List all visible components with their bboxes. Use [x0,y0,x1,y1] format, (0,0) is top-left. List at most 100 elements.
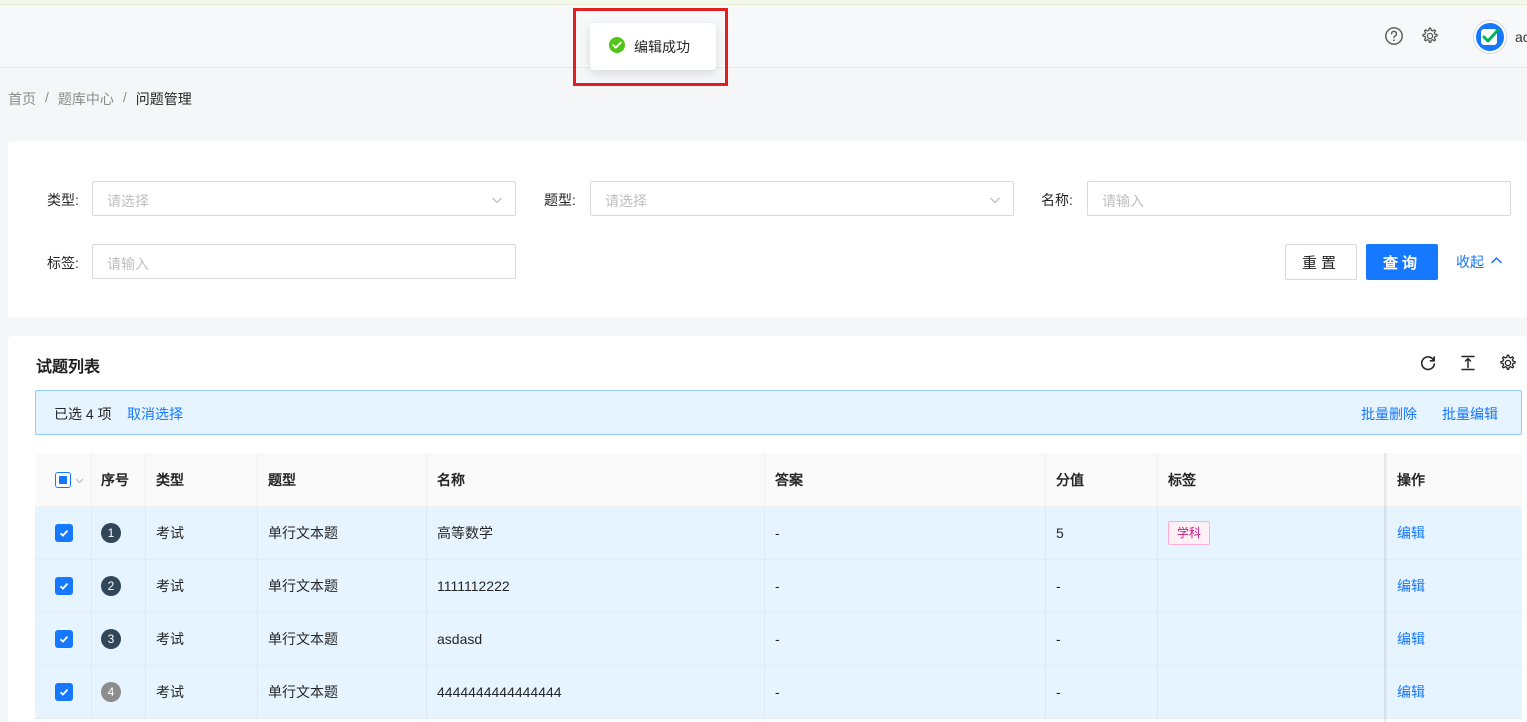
row-answer: - [775,525,780,541]
column-divider [1157,613,1158,666]
col-action: 操作 [1397,472,1425,488]
breadcrumb-separator: / [45,89,49,105]
index-badge: 3 [101,629,121,649]
row-name: 1111112222 [437,578,510,594]
breadcrumb: 首页 / 题库中心 / 问题管理 [8,89,192,109]
check-icon [55,524,73,542]
subject-tag: 学科 [1168,521,1211,545]
row-question-type: 单行文本题 [268,684,338,700]
select-all-checkbox[interactable] [55,453,84,507]
table-row[interactable]: 1 考试 单行文本题 高等数学 - 5 学科 编辑 [35,507,1522,560]
row-index: 4 [101,666,121,718]
fixed-column-shadow [1384,453,1388,722]
cancel-selection-link[interactable]: 取消选择 [127,404,183,424]
chevron-down-icon [491,193,503,209]
column-divider [257,666,258,719]
breadcrumb-center[interactable]: 题库中心 [58,89,114,109]
table-title: 试题列表 [36,359,101,376]
index-badge: 4 [101,682,121,702]
edit-link[interactable]: 编辑 [1397,682,1425,702]
batch-edit-link[interactable]: 批量编辑 [1442,404,1498,424]
row-checkbox[interactable] [55,507,73,559]
header-divider [91,453,92,507]
column-divider [1045,507,1046,560]
username[interactable]: ac [1515,29,1527,45]
chevron-up-icon [1490,254,1503,270]
row-checkbox[interactable] [55,613,73,665]
column-divider [1157,507,1158,560]
filter-panel [8,141,1527,318]
query-button[interactable]: 查询 [1366,244,1438,280]
column-divider [257,507,258,560]
column-height-icon[interactable] [1458,353,1478,373]
gear-icon[interactable] [1419,25,1441,47]
row-index: 1 [101,507,121,559]
col-type: 类型 [156,472,184,488]
table-row[interactable]: 3 考试 单行文本题 asdasd - - 编辑 [35,613,1522,666]
col-index: 序号 [101,472,129,488]
column-divider [426,613,427,666]
table-row[interactable]: 4 考试 单行文本题 4444444444444444 - - 编辑 [35,666,1522,719]
table-settings-gear-icon[interactable] [1498,353,1518,373]
reset-button[interactable]: 重置 [1285,244,1357,280]
name-input[interactable]: 请输入 [1087,181,1511,216]
row-score: - [1056,631,1061,647]
collapse-toggle[interactable]: 收起 [1456,252,1503,272]
row-checkbox[interactable] [55,560,73,612]
breadcrumb-home[interactable]: 首页 [8,89,36,109]
col-score: 分值 [1056,472,1084,488]
column-divider [257,613,258,666]
row-action: 编辑 [1397,560,1425,612]
row-score: - [1056,684,1061,700]
success-toast: 编辑成功 [590,23,716,70]
edit-link[interactable]: 编辑 [1397,576,1425,596]
header-divider [426,453,427,507]
type-select[interactable]: 请选择 [92,181,516,216]
type-select-placeholder: 请选择 [107,193,149,209]
chevron-down-icon[interactable] [75,472,84,488]
index-badge: 2 [101,576,121,596]
column-divider [91,560,92,613]
row-checkbox[interactable] [55,666,73,718]
chevron-down-icon [989,193,1001,209]
batch-delete-link[interactable]: 批量删除 [1361,404,1417,424]
column-divider [1157,560,1158,613]
header-divider [764,453,765,507]
column-divider [1045,666,1046,719]
tag-input[interactable]: 请输入 [92,244,516,279]
toast-message: 编辑成功 [634,38,690,55]
column-divider [145,507,146,560]
row-type: 考试 [156,578,184,594]
question-circle-icon[interactable] [1383,25,1405,47]
column-divider [764,560,765,613]
column-divider [145,560,146,613]
column-divider [91,666,92,719]
row-type: 考试 [156,684,184,700]
index-badge: 1 [101,523,121,543]
column-divider [91,507,92,560]
row-answer: - [775,631,780,647]
breadcrumb-separator: / [122,89,127,105]
column-divider [145,666,146,719]
column-divider [764,613,765,666]
row-name: 4444444444444444 [437,684,562,700]
column-divider [257,560,258,613]
check-icon [55,630,73,648]
column-divider [426,560,427,613]
row-name: asdasd [437,631,483,647]
question-type-select[interactable]: 请选择 [590,181,1014,216]
column-divider [764,507,765,560]
check-circle-icon [608,36,626,57]
table-row[interactable]: 2 考试 单行文本题 1111112222 - - 编辑 [35,560,1522,613]
col-name: 名称 [437,472,465,488]
question-type-placeholder: 请选择 [605,193,647,209]
reload-icon[interactable] [1418,353,1438,373]
header-divider [145,453,146,507]
row-answer: - [775,578,780,594]
breadcrumb-current: 问题管理 [135,91,192,107]
avatar[interactable] [1474,21,1506,53]
column-divider [764,666,765,719]
edit-link[interactable]: 编辑 [1397,523,1425,543]
row-action: 编辑 [1397,666,1425,718]
edit-link[interactable]: 编辑 [1397,629,1425,649]
